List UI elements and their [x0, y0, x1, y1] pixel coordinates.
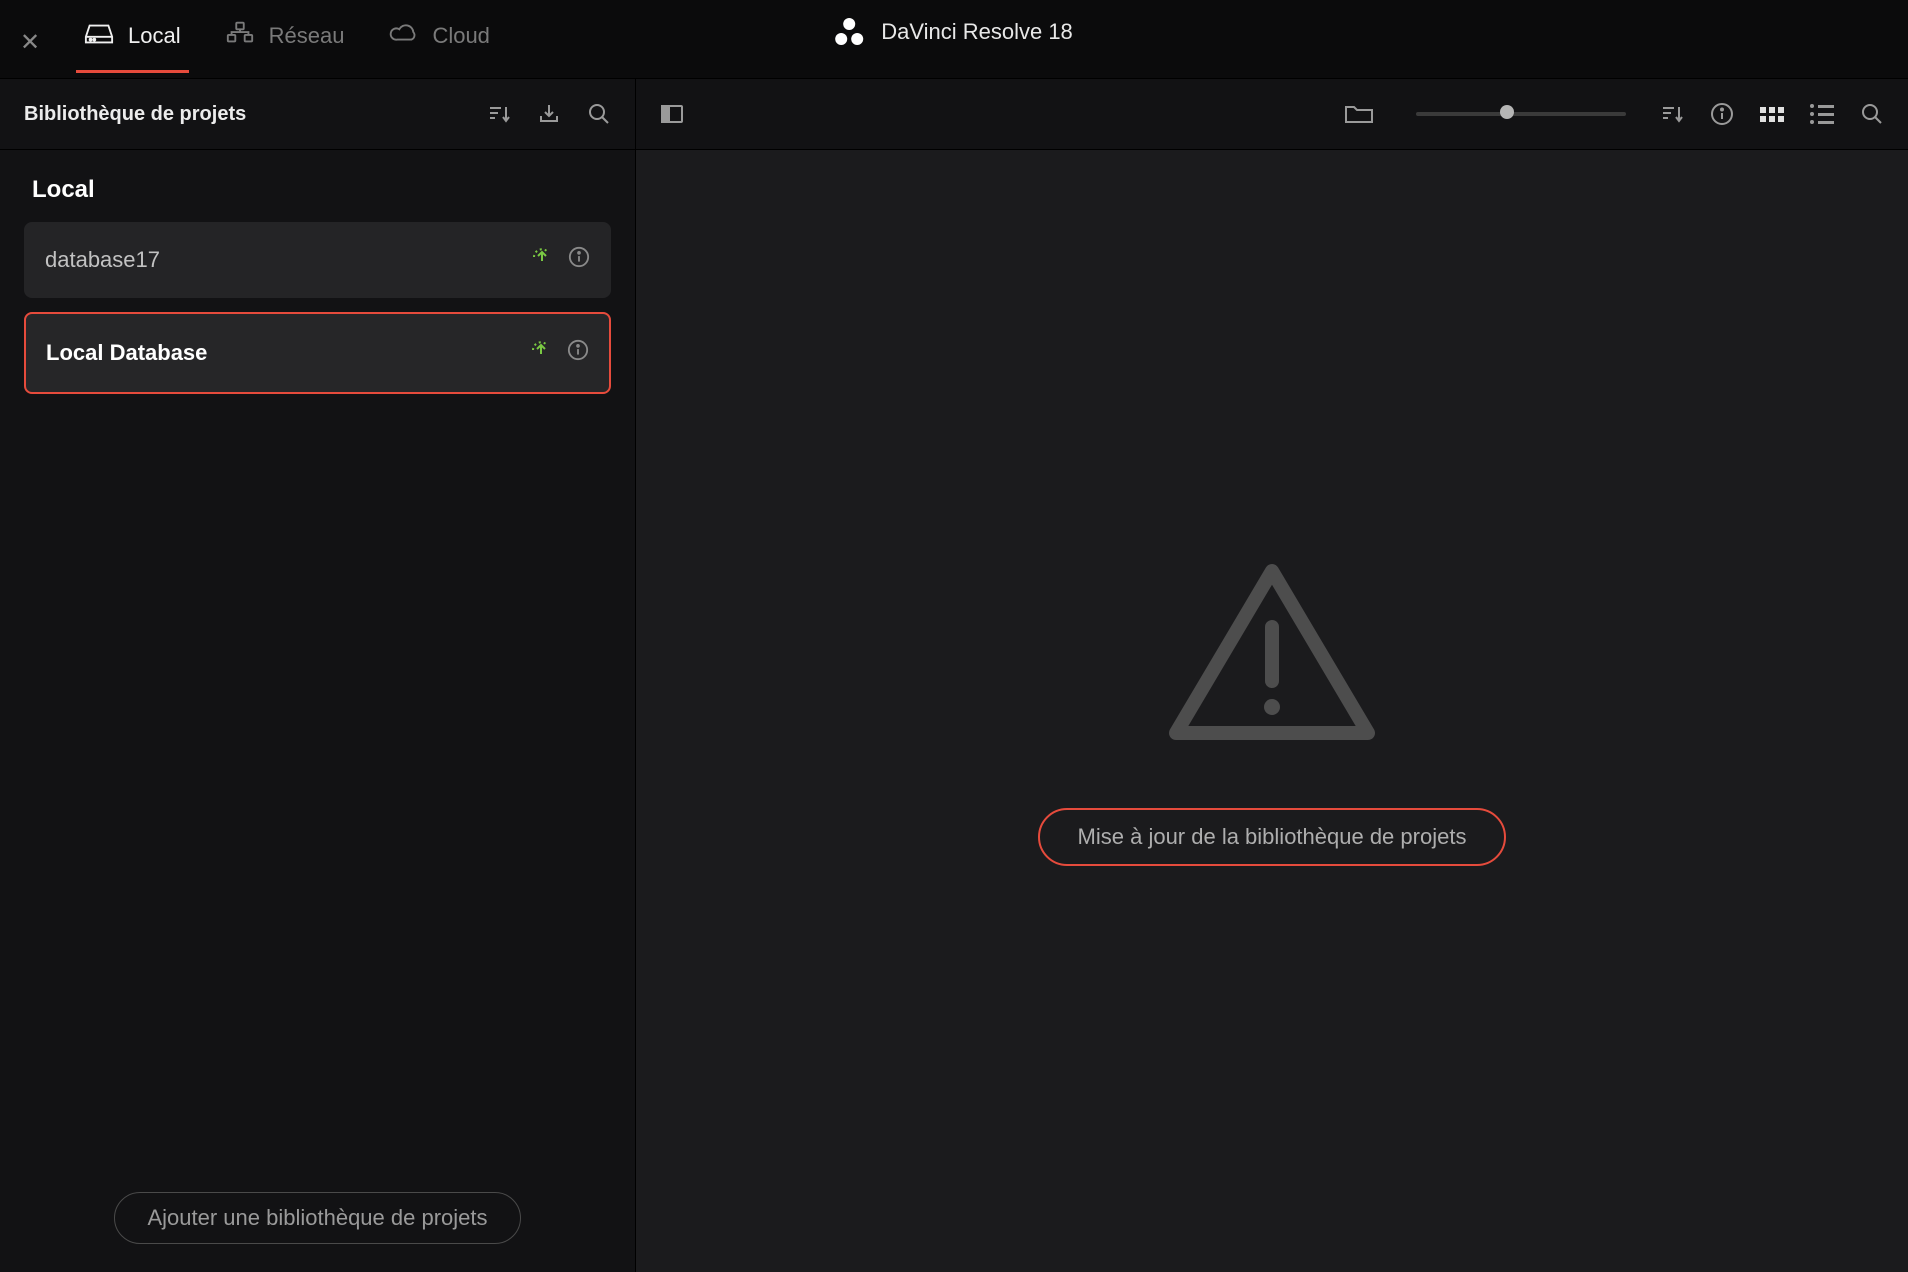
list-view-icon[interactable]	[1810, 104, 1834, 124]
sort-icon[interactable]	[1660, 102, 1684, 126]
search-icon[interactable]	[1860, 102, 1884, 126]
folder-icon[interactable]	[1344, 103, 1374, 125]
sort-icon[interactable]	[487, 102, 511, 126]
tab-label: Local	[128, 23, 181, 49]
add-library-button[interactable]: Ajouter une bibliothèque de projets	[114, 1192, 520, 1244]
sidebar-title: Bibliothèque de projets	[24, 103, 246, 126]
sidebar-section-local: Local	[24, 150, 611, 222]
tab-network[interactable]: Réseau	[221, 11, 349, 73]
tab-cloud[interactable]: Cloud	[384, 11, 493, 73]
warning-icon	[1162, 557, 1382, 752]
cloud-icon	[388, 21, 418, 51]
app-title: DaVinci Resolve 18	[835, 18, 1073, 46]
close-button[interactable]: ✕	[0, 28, 60, 57]
body: Local database17 Local Database	[0, 150, 1908, 1272]
database-name: Local Database	[46, 340, 207, 366]
update-library-button[interactable]: Mise à jour de la bibliothèque de projet…	[1038, 808, 1507, 866]
main-panel: Mise à jour de la bibliothèque de projet…	[636, 150, 1908, 1272]
top-bar: ✕ Local Réseau	[0, 0, 1908, 78]
info-icon[interactable]	[567, 339, 589, 367]
info-icon[interactable]	[1710, 102, 1734, 126]
tab-local[interactable]: Local	[80, 11, 185, 73]
search-icon[interactable]	[587, 102, 611, 126]
database-name: database17	[45, 247, 160, 273]
grid-view-icon[interactable]	[1760, 107, 1784, 122]
database-item[interactable]: Local Database	[24, 312, 611, 394]
location-tabs: Local Réseau Cloud	[80, 11, 494, 73]
panel-toggle-icon[interactable]	[660, 102, 684, 126]
network-icon	[225, 21, 255, 51]
disk-icon	[84, 21, 114, 51]
toolbar-row: Bibliothèque de projets	[0, 78, 1908, 150]
thumbnail-size-slider[interactable]	[1416, 110, 1626, 118]
upgrade-icon[interactable]	[529, 338, 553, 368]
resolve-logo-icon	[835, 18, 863, 46]
upgrade-icon[interactable]	[530, 245, 554, 275]
sidebar: Local database17 Local Database	[0, 150, 636, 1272]
app-title-text: DaVinci Resolve 18	[881, 19, 1073, 45]
sidebar-header: Bibliothèque de projets	[0, 79, 636, 149]
database-item[interactable]: database17	[24, 222, 611, 298]
main-toolbar	[636, 79, 1908, 149]
info-icon[interactable]	[568, 246, 590, 274]
import-icon[interactable]	[537, 102, 561, 126]
tab-label: Réseau	[269, 23, 345, 49]
tab-label: Cloud	[432, 23, 489, 49]
